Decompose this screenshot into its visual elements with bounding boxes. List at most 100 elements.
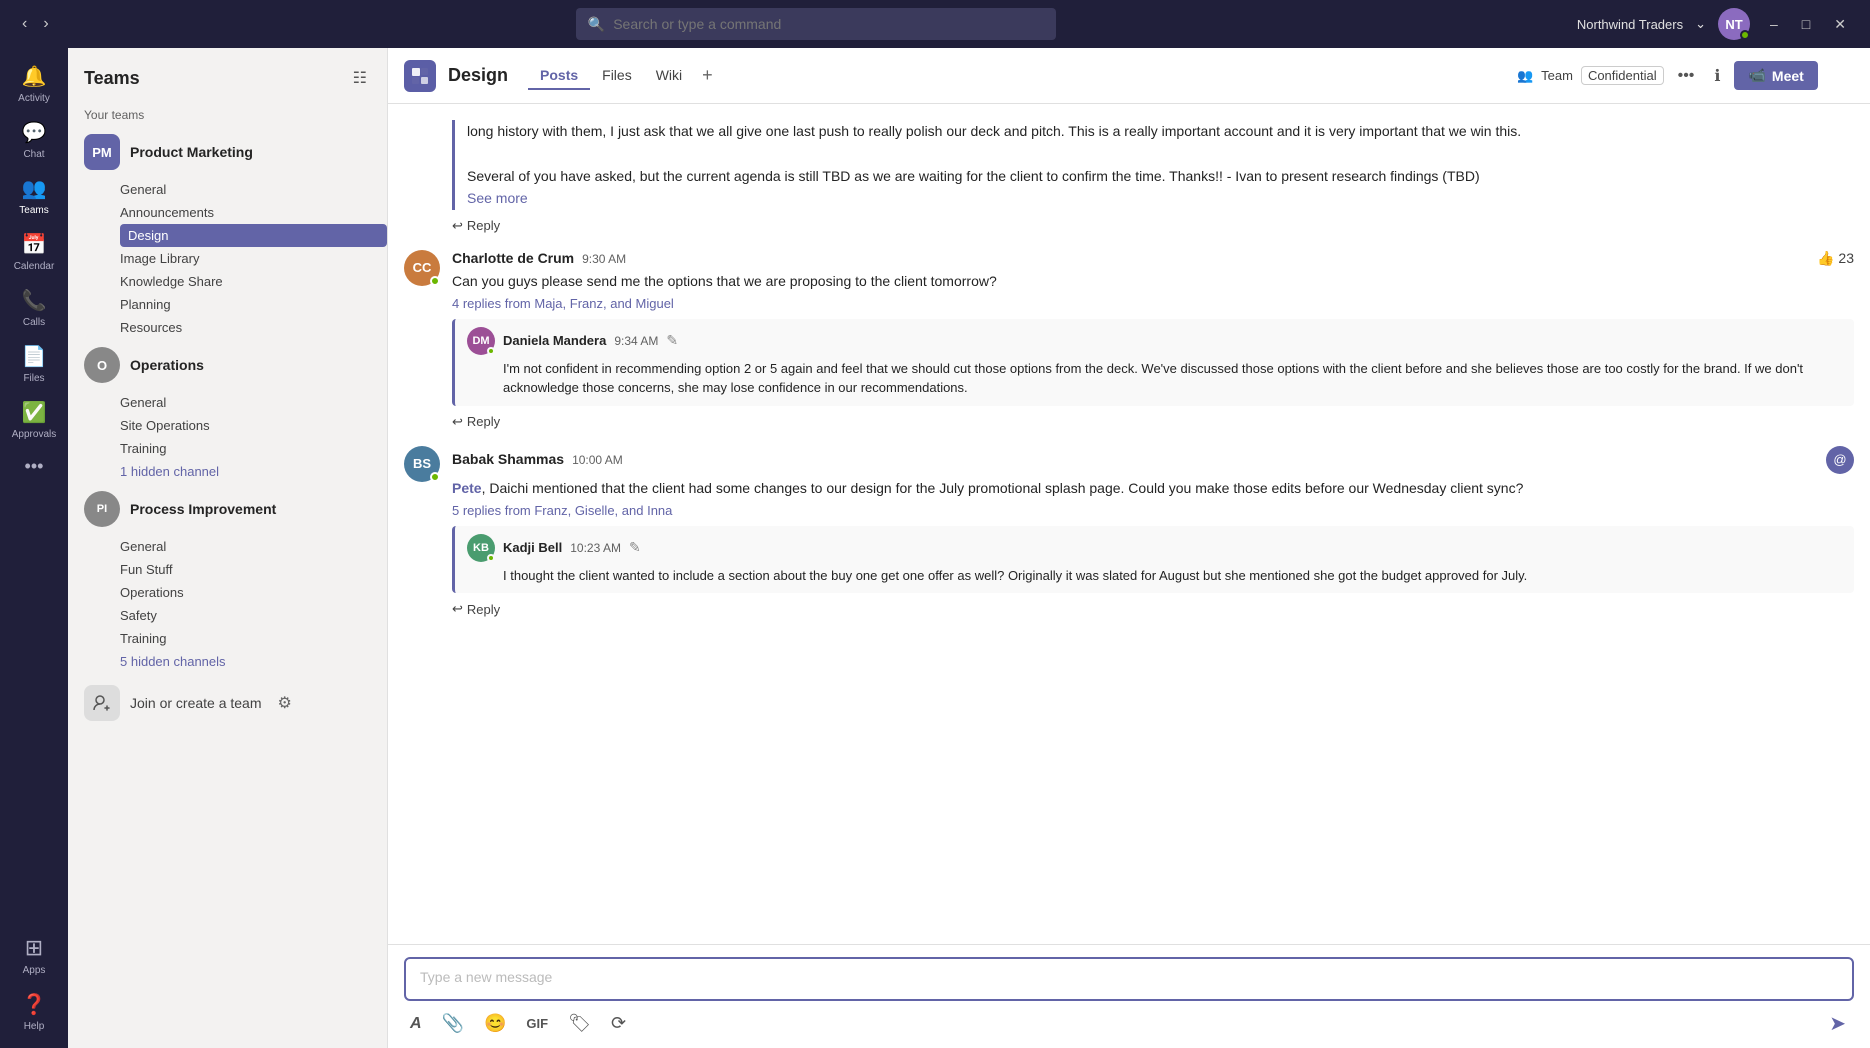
nav-forward-button[interactable]: › [37, 11, 54, 37]
user-name[interactable]: Northwind Traders [1577, 17, 1683, 32]
emoji-button[interactable]: 😊 [478, 1009, 512, 1038]
tab-posts[interactable]: Posts [528, 61, 590, 90]
teams-label: Teams [19, 205, 48, 216]
close-button[interactable]: ✕ [1826, 12, 1854, 37]
chat-header: Design Posts Files Wiki + 👥 Team Confide… [388, 48, 1870, 104]
join-create-team[interactable]: Join or create a team ⚙ [68, 673, 387, 733]
gif-button[interactable]: GIF [520, 1012, 554, 1035]
join-team-icon [84, 685, 120, 721]
team-item-process-improvement[interactable]: PI Process Improvement ··· [68, 483, 387, 535]
main-layout: 🔔 Activity 💬 Chat 👥 Teams 📅 Calendar 📞 C… [0, 48, 1870, 1048]
channel-general-ops[interactable]: General [120, 391, 387, 414]
teams-filter-button[interactable]: ☷ [349, 64, 371, 92]
reply-icon-1: ↩ [452, 218, 463, 234]
team-name-operations: Operations [130, 357, 333, 373]
maximize-button[interactable]: □ [1794, 12, 1818, 37]
team-item-product-marketing[interactable]: PM Product Marketing ··· [68, 126, 387, 178]
channel-site-operations[interactable]: Site Operations [120, 414, 387, 437]
user-status-indicator [1740, 30, 1750, 40]
messages-area[interactable]: long history with them, I just ask that … [388, 104, 1870, 944]
channel-planning-pm[interactable]: Planning [120, 293, 387, 316]
channel-icon [404, 60, 436, 92]
search-input[interactable] [613, 16, 1044, 32]
channel-list-operations: General Site Operations Training 1 hidde… [68, 391, 387, 483]
team-name-product-marketing: Product Marketing [130, 144, 333, 160]
reply-count-3[interactable]: 5 replies from Franz, Giselle, and Inna [452, 503, 1854, 518]
apps-icon: ⊞ [25, 935, 43, 961]
reply-button-3[interactable]: ↩ Reply [452, 601, 500, 617]
thread-avatar-3: KB [467, 534, 495, 562]
message-3-sender: Babak Shammas [452, 451, 564, 467]
add-tab-button[interactable]: + [694, 61, 721, 90]
window-controls: – □ ✕ [1762, 12, 1854, 37]
teams-list-panel: Teams ☷ Your teams PM Product Marketing … [68, 48, 388, 1048]
thread-header-3: KB Kadji Bell 10:23 AM ✎ [467, 534, 1842, 562]
tab-wiki[interactable]: Wiki [644, 61, 694, 90]
channel-training-ops[interactable]: Training [120, 437, 387, 460]
message-2-header: Charlotte de Crum 9:30 AM 👍 23 [452, 250, 1854, 267]
channel-knowledge-share-pm[interactable]: Knowledge Share [120, 270, 387, 293]
reply-count-2[interactable]: 4 replies from Maja, Franz, and Miguel [452, 296, 1854, 311]
dropdown-icon: ⌄ [1695, 16, 1706, 32]
message-2-body: Can you guys please send me the options … [452, 271, 1854, 292]
message-1-body: long history with them, I just ask that … [452, 120, 1854, 210]
loop-button[interactable]: ⟳ [605, 1009, 632, 1038]
user-avatar[interactable]: NT [1718, 8, 1750, 40]
channel-safety-pi[interactable]: Safety [120, 604, 387, 627]
sidebar-item-help[interactable]: ❓ Help [0, 984, 68, 1040]
reply-button-2[interactable]: ↩ Reply [452, 414, 500, 430]
meet-expand-button[interactable]: ⌄ [1826, 62, 1854, 90]
tab-files[interactable]: Files [590, 61, 644, 90]
join-team-label: Join or create a team [130, 695, 262, 711]
format-button[interactable]: A [404, 1011, 428, 1037]
message-group-2: CC Charlotte de Crum 9:30 AM 👍 23 Can yo… [404, 250, 1854, 430]
approvals-icon: ✅ [22, 400, 47, 425]
hidden-channel-ops[interactable]: 1 hidden channel [120, 460, 387, 483]
see-more-link[interactable]: See more [467, 190, 528, 206]
channel-training-pi[interactable]: Training [120, 627, 387, 650]
nav-back-button[interactable]: ‹ [16, 11, 33, 37]
help-label: Help [24, 1021, 45, 1032]
channel-announcements-pm[interactable]: Announcements [120, 201, 387, 224]
teams-title: Teams [84, 68, 140, 89]
message-2-status [430, 276, 440, 286]
chat-label: Chat [23, 149, 44, 160]
meet-button[interactable]: 📹 Meet [1734, 61, 1817, 90]
sidebar-item-calls[interactable]: 📞 Calls [0, 280, 68, 336]
help-icon: ❓ [22, 992, 47, 1017]
channel-general-pm[interactable]: General [120, 178, 387, 201]
info-button[interactable]: ℹ [1708, 62, 1726, 90]
channel-operations-pi[interactable]: Operations [120, 581, 387, 604]
thread-body-2: I'm not confident in recommending option… [503, 359, 1842, 398]
attach-button[interactable]: 📎 [436, 1009, 470, 1038]
sidebar-item-files[interactable]: 📄 Files [0, 336, 68, 392]
sidebar-item-activity[interactable]: 🔔 Activity [0, 56, 68, 112]
message-3-time: 10:00 AM [572, 453, 623, 467]
calendar-label: Calendar [14, 261, 55, 272]
approvals-label: Approvals [12, 429, 56, 440]
channel-fun-stuff-pi[interactable]: Fun Stuff [120, 558, 387, 581]
sidebar-item-approvals[interactable]: ✅ Approvals [0, 392, 68, 448]
files-label: Files [23, 373, 44, 384]
sidebar-item-calendar[interactable]: 📅 Calendar [0, 224, 68, 280]
channel-design-pm[interactable]: Design [120, 224, 387, 247]
sidebar-item-more[interactable]: ••• [0, 448, 68, 485]
more-options-button[interactable]: ••• [1672, 63, 1701, 89]
sidebar-item-apps[interactable]: ⊞ Apps [0, 927, 68, 984]
channel-general-pi[interactable]: General [120, 535, 387, 558]
sticker-button[interactable]: 🏷 [562, 1009, 597, 1038]
minimize-button[interactable]: – [1762, 12, 1786, 37]
reply-button-1[interactable]: ↩ Reply [452, 218, 500, 234]
channel-resources-pm[interactable]: Resources [120, 316, 387, 339]
sidebar-item-chat[interactable]: 💬 Chat [0, 112, 68, 168]
team-item-operations[interactable]: O Operations ··· [68, 339, 387, 391]
search-bar[interactable]: 🔍 [576, 8, 1056, 40]
message-input-box[interactable]: Type a new message [404, 957, 1854, 1001]
sidebar-item-teams[interactable]: 👥 Teams [0, 168, 68, 224]
message-3-header: Babak Shammas 10:00 AM @ [452, 446, 1854, 474]
reply-icon-3: ↩ [452, 601, 463, 617]
join-team-settings[interactable]: ⚙ [272, 691, 298, 715]
send-button[interactable]: ➤ [1821, 1007, 1854, 1040]
channel-image-library-pm[interactable]: Image Library [120, 247, 387, 270]
hidden-channel-pi[interactable]: 5 hidden channels [120, 650, 387, 673]
